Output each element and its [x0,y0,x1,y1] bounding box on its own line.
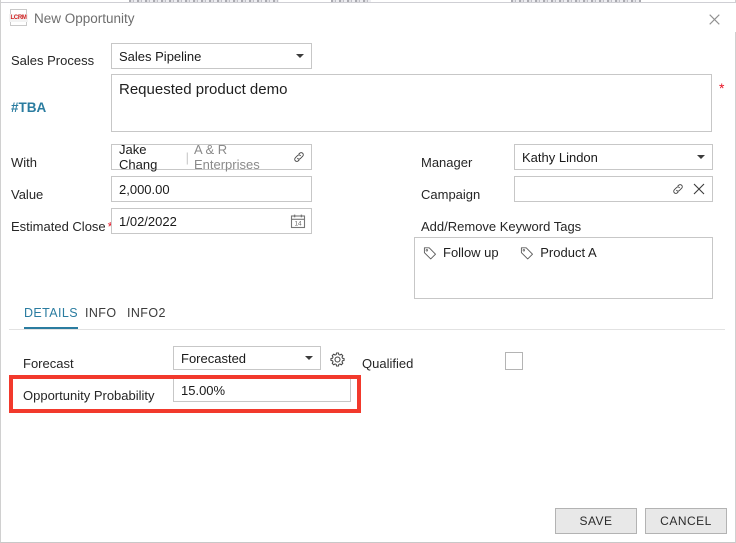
cancel-button[interactable]: CANCEL [645,508,727,534]
tba-label[interactable]: #TBA [11,100,46,115]
campaign-label: Campaign [421,187,481,202]
estimated-close-value: 1/02/2022 [119,213,177,229]
svg-text:14: 14 [294,221,302,228]
sales-process-value: Sales Pipeline [119,48,202,64]
keyword-tag[interactable]: Follow up [423,245,499,260]
tab-bar-divider [9,329,725,330]
manager-select[interactable]: Kathy Lindon [514,144,713,170]
value-input[interactable]: 2,000.00 [111,176,312,202]
chevron-down-icon [296,54,304,58]
keyword-tag-label: Product A [540,245,597,260]
tab-bar: DETAILS INFO INFO2 [1,302,736,330]
estimated-close-label: Estimated Close* [11,219,113,234]
link-icon[interactable] [292,150,306,164]
tag-icon [423,246,437,260]
keyword-tags-box[interactable]: Follow up Product A [414,237,713,299]
calendar-icon[interactable]: 14 [290,213,306,229]
forecast-value: Forecasted [181,350,247,366]
chevron-down-icon [305,356,313,360]
with-company-name: A & R Enterprises [193,142,260,172]
title-bar: LCRM New Opportunity [1,3,736,32]
forecast-select[interactable]: Forecasted [173,346,321,370]
with-label: With [11,155,37,170]
tab-info[interactable]: INFO [85,306,116,327]
with-separator: | [185,149,189,165]
note-required-asterisk: * [719,80,725,96]
sales-process-select[interactable]: Sales Pipeline [111,43,312,69]
forecast-label: Forecast [23,356,74,371]
tab-details[interactable]: DETAILS [24,306,78,329]
value-text: 2,000.00 [119,181,170,197]
note-textarea[interactable]: Requested product demo [111,74,712,132]
save-button[interactable]: SAVE [555,508,637,534]
tab-info2[interactable]: INFO2 [127,306,166,327]
estimated-close-input[interactable]: 1/02/2022 14 [111,208,312,234]
new-opportunity-dialog: LCRM New Opportunity Sales Process Sales… [0,0,736,543]
keyword-tag-label: Follow up [443,245,499,260]
lcrm-logo-text: LCRM [9,13,28,22]
estimated-close-label-text: Estimated Close [11,219,106,234]
manager-value: Kathy Lindon [522,149,598,165]
campaign-input[interactable] [514,176,713,202]
opportunity-probability-input[interactable]: 15.00% [173,378,351,402]
note-value: Requested product demo [119,81,288,98]
window-title: New Opportunity [34,11,135,26]
opportunity-probability-value: 15.00% [181,382,226,398]
with-input[interactable]: Jake Chang | A & R Enterprises [111,142,312,172]
chevron-down-icon [697,155,705,159]
link-icon[interactable] [671,182,685,196]
gear-icon[interactable] [330,352,345,367]
sales-process-label: Sales Process [11,53,95,68]
value-label: Value [11,187,44,202]
qualified-label: Qualified [362,356,414,371]
lcrm-logo-icon: LCRM [9,9,28,26]
qualified-checkbox[interactable] [505,352,523,370]
with-contact-name: Jake Chang [119,142,158,172]
close-icon[interactable] [697,6,731,32]
keyword-tag[interactable]: Product A [520,245,597,260]
tag-icon [520,246,534,260]
opportunity-probability-label: Opportunity Probability [23,388,155,403]
keyword-tags-label: Add/Remove Keyword Tags [421,219,582,234]
manager-label: Manager [421,155,473,170]
clear-icon[interactable] [692,182,706,196]
